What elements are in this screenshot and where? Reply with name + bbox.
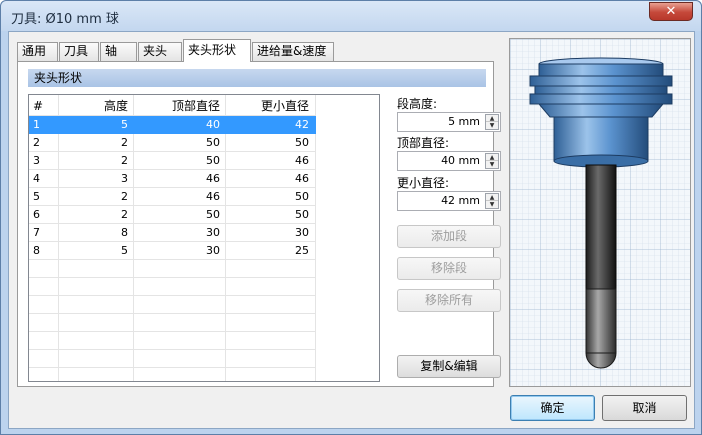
segment-height-input[interactable]: 5 mm ▲ ▼: [397, 112, 501, 132]
spin-down-icon[interactable]: ▼: [486, 161, 498, 168]
window-title: 刀具: Ø10 mm 球: [11, 12, 119, 27]
cell-height: 2: [121, 208, 128, 221]
segment-height-spinner[interactable]: ▲ ▼: [485, 114, 499, 130]
cell-lower-diameter: 42: [295, 118, 309, 131]
top-diameter-input[interactable]: 40 mm ▲ ▼: [397, 151, 501, 171]
cell-height: 5: [121, 118, 128, 131]
cell-top-diameter: 30: [206, 244, 220, 257]
row-divider: [29, 313, 316, 314]
row-divider: [29, 367, 316, 368]
table-row[interactable]: 7 8 30 30: [29, 224, 316, 242]
cell-height: 2: [121, 190, 128, 203]
lower-diameter-value: 42 mm: [441, 194, 480, 207]
cell-index: 8: [33, 244, 40, 257]
cell-index: 4: [33, 172, 40, 185]
dialog-window: 刀具: Ø10 mm 球 ✕ 通用 刀具 轴 夹头 夹头形状 进给量&速度 夹头…: [0, 0, 702, 435]
cell-index: 5: [33, 190, 40, 203]
lower-diameter-spinner[interactable]: ▲ ▼: [485, 193, 499, 209]
cell-index: 2: [33, 136, 40, 149]
cell-lower-diameter: 46: [295, 154, 309, 167]
holder-preview: [509, 38, 691, 387]
row-divider: [29, 331, 316, 332]
cell-lower-diameter: 25: [295, 244, 309, 257]
spin-up-icon[interactable]: ▲: [486, 154, 498, 161]
row-divider: [29, 277, 316, 278]
segment-height-value: 5 mm: [448, 115, 480, 128]
spin-up-icon[interactable]: ▲: [486, 194, 498, 201]
tool-shank: [585, 164, 617, 369]
cancel-button[interactable]: 取消: [602, 395, 687, 421]
tab-general[interactable]: 通用: [17, 42, 58, 61]
cell-top-diameter: 50: [206, 208, 220, 221]
cell-top-diameter: 46: [206, 172, 220, 185]
lower-diameter-label: 更小直径:: [397, 176, 450, 190]
table-row[interactable]: 4 3 46 46: [29, 170, 316, 188]
table-row[interactable]: 5 2 46 50: [29, 188, 316, 206]
holder-preview-graphic: [510, 39, 690, 386]
tab-tool[interactable]: 刀具: [59, 42, 99, 61]
cell-lower-diameter: 50: [295, 208, 309, 221]
title-bar: 刀具: Ø10 mm 球 ✕: [1, 1, 701, 31]
cell-top-diameter: 50: [206, 136, 220, 149]
add-segment-button[interactable]: 添加段: [397, 225, 501, 248]
segment-height-label: 段高度:: [397, 97, 438, 111]
close-icon: ✕: [665, 4, 677, 19]
ok-button[interactable]: 确定: [510, 395, 595, 421]
top-diameter-spinner[interactable]: ▲ ▼: [485, 153, 499, 169]
group-header: 夹头形状: [28, 69, 486, 87]
cell-lower-diameter: 46: [295, 172, 309, 185]
table-row[interactable]: 2 2 50 50: [29, 134, 316, 152]
table-row[interactable]: 1 5 40 42: [29, 116, 316, 134]
cell-lower-diameter: 50: [295, 190, 309, 203]
header-index[interactable]: #: [33, 97, 57, 115]
holder-shape-panel: 夹头形状 # 高度 顶部直径 更小直径 1 5 40 42 2 2 50 50 …: [17, 61, 501, 387]
remove-segment-button[interactable]: 移除段: [397, 257, 501, 280]
cell-top-diameter: 30: [206, 226, 220, 239]
remove-all-button[interactable]: 移除所有: [397, 289, 501, 312]
lower-diameter-input[interactable]: 42 mm ▲ ▼: [397, 191, 501, 211]
cell-index: 6: [33, 208, 40, 221]
table-row[interactable]: 8 5 30 25: [29, 242, 316, 260]
header-height[interactable]: 高度: [61, 97, 128, 115]
tab-shaft[interactable]: 轴: [100, 42, 137, 61]
top-diameter-label: 顶部直径:: [397, 136, 450, 150]
dialog-client-area: 通用 刀具 轴 夹头 夹头形状 进给量&速度 夹头形状 # 高度 顶部直径 更小…: [8, 31, 695, 429]
cell-height: 2: [121, 136, 128, 149]
close-button[interactable]: ✕: [649, 2, 693, 21]
tab-holder-shape[interactable]: 夹头形状: [183, 39, 251, 62]
cell-lower-diameter: 30: [295, 226, 309, 239]
cell-index: 3: [33, 154, 40, 167]
cell-top-diameter: 50: [206, 154, 220, 167]
cell-lower-diameter: 50: [295, 136, 309, 149]
row-divider: [29, 349, 316, 350]
header-lower-diameter[interactable]: 更小直径: [228, 97, 309, 115]
cell-top-diameter: 46: [206, 190, 220, 203]
tab-feeds-speeds[interactable]: 进给量&速度: [252, 42, 334, 61]
cell-height: 3: [121, 172, 128, 185]
row-divider: [29, 295, 316, 296]
cell-top-diameter: 40: [206, 118, 220, 131]
spin-up-icon[interactable]: ▲: [486, 115, 498, 122]
top-diameter-value: 40 mm: [441, 154, 480, 167]
cell-height: 5: [121, 244, 128, 257]
spin-down-icon[interactable]: ▼: [486, 201, 498, 208]
spin-down-icon[interactable]: ▼: [486, 122, 498, 129]
copy-edit-button[interactable]: 复制&编辑: [397, 355, 501, 378]
table-row[interactable]: 3 2 50 46: [29, 152, 316, 170]
segment-table[interactable]: # 高度 顶部直径 更小直径 1 5 40 42 2 2 50 50 3 2 5…: [28, 94, 380, 382]
cell-height: 8: [121, 226, 128, 239]
tab-holder[interactable]: 夹头: [138, 42, 182, 61]
cell-index: 1: [33, 118, 40, 131]
cell-index: 7: [33, 226, 40, 239]
table-header: # 高度 顶部直径 更小直径: [29, 97, 316, 115]
header-top-diameter[interactable]: 顶部直径: [136, 97, 220, 115]
cell-height: 2: [121, 154, 128, 167]
table-row[interactable]: 6 2 50 50: [29, 206, 316, 224]
